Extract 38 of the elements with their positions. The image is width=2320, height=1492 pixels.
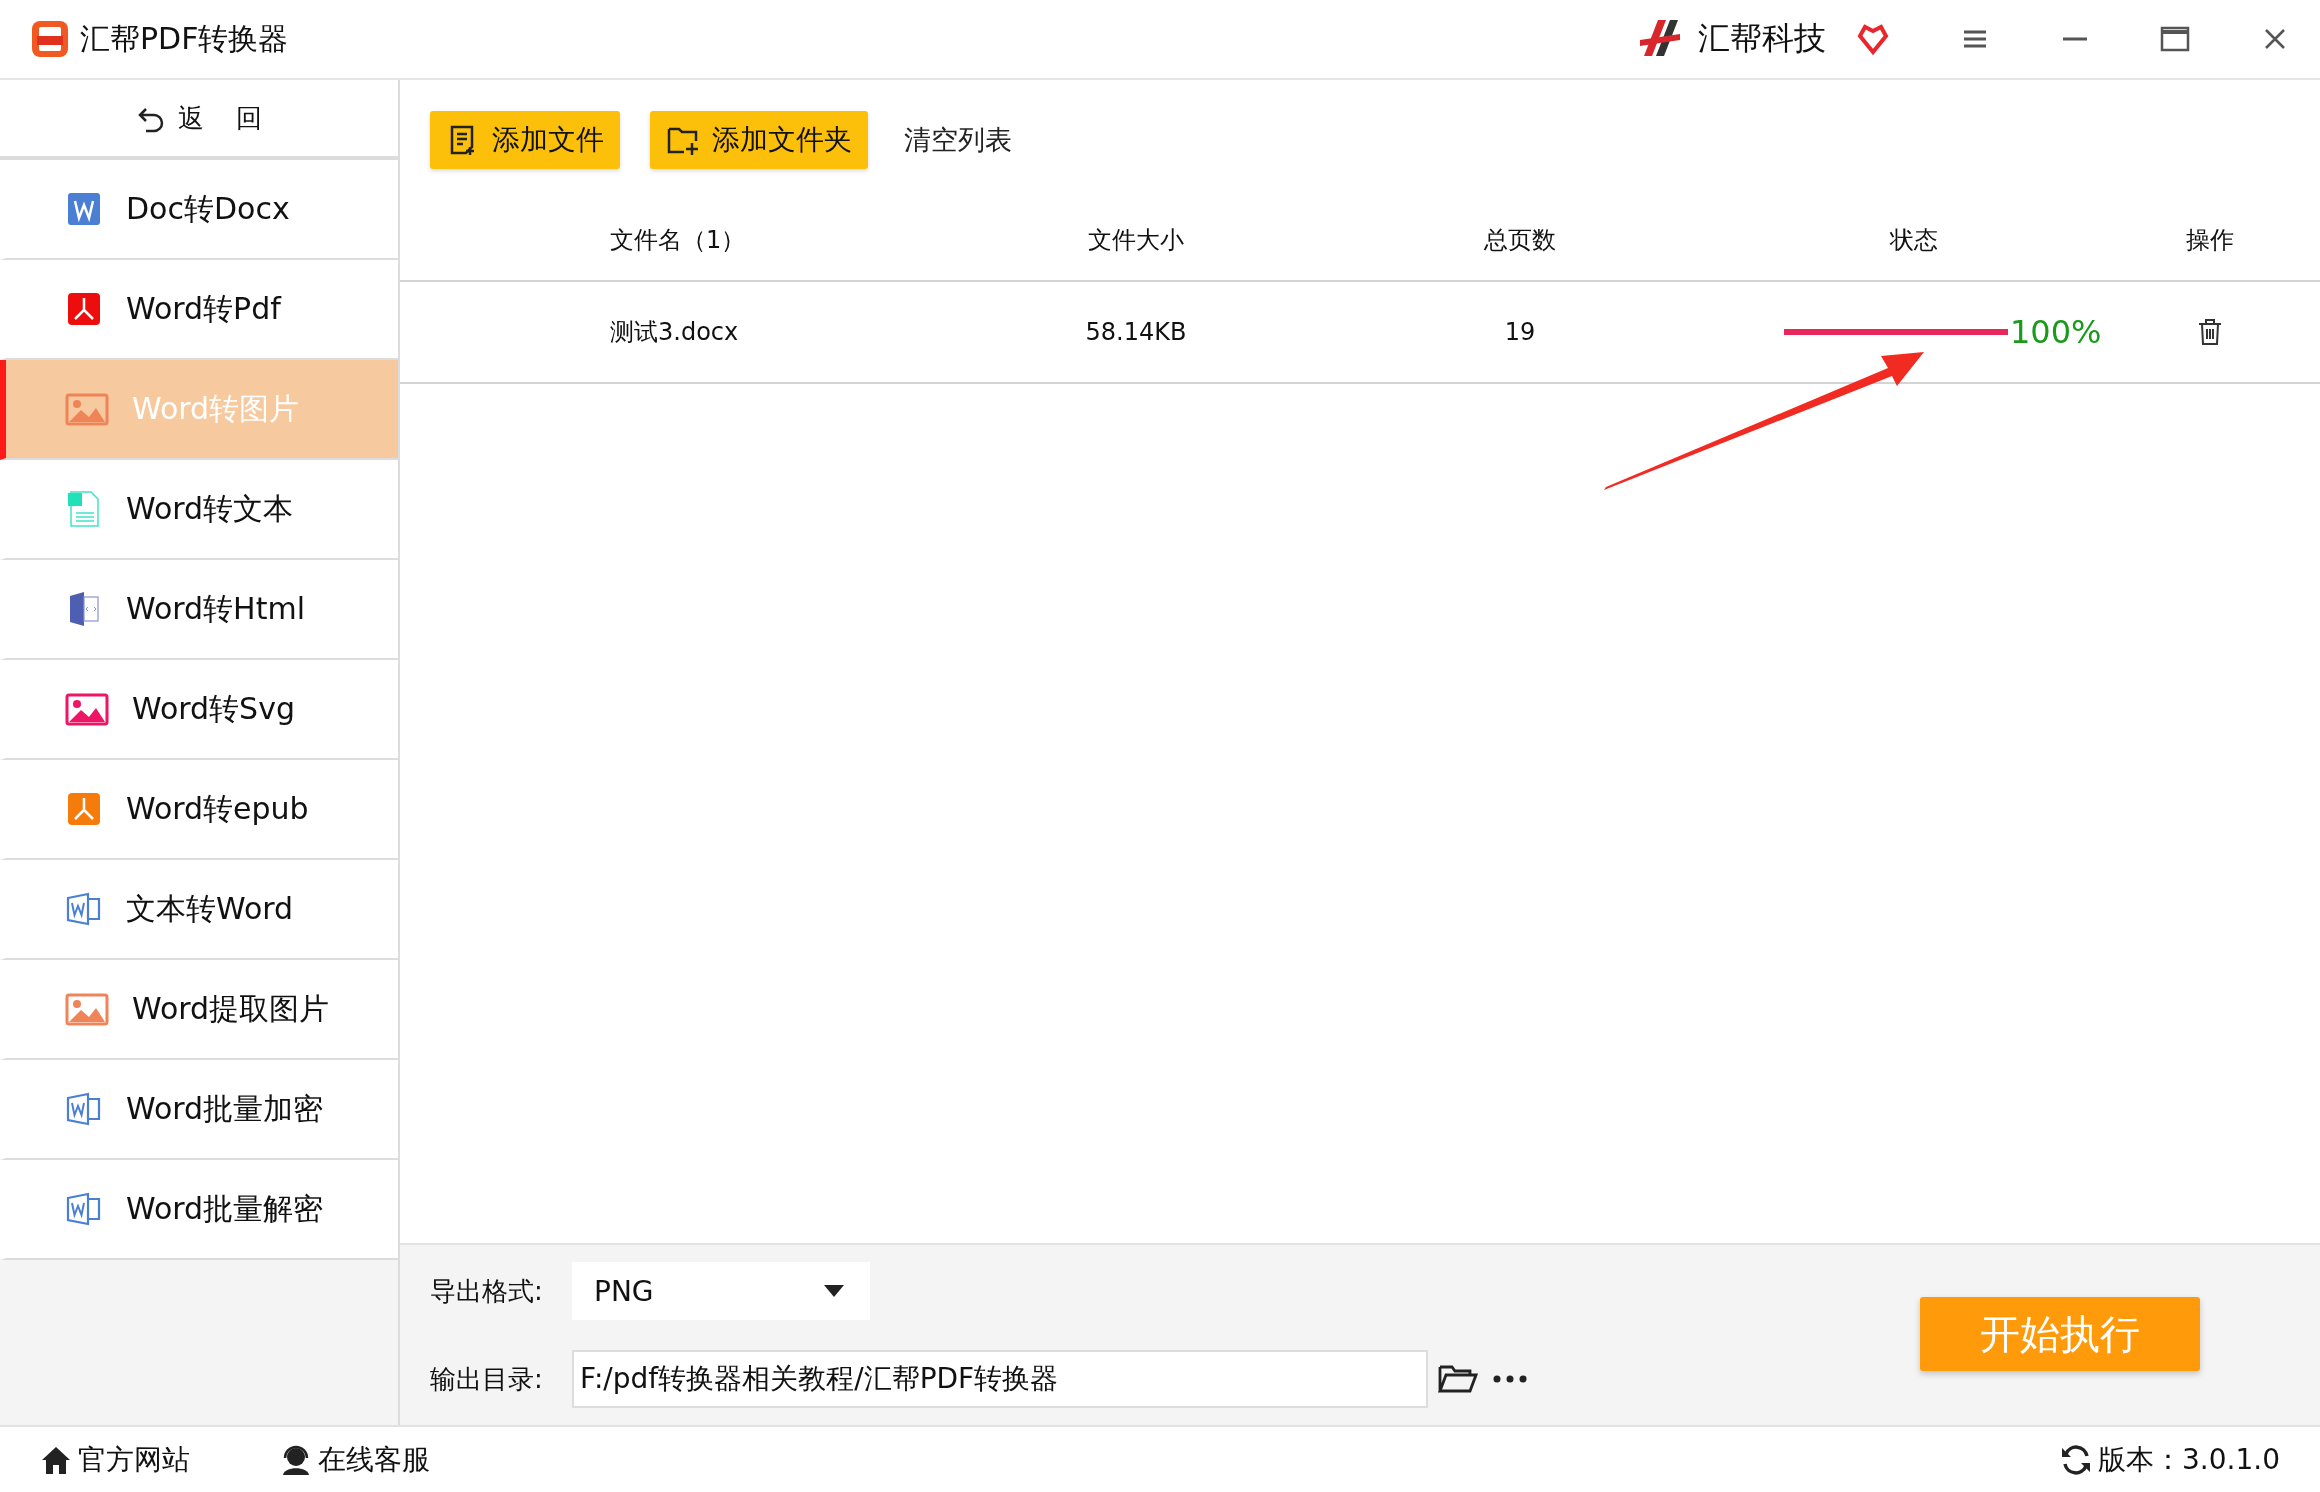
column-header: 操作 xyxy=(2185,225,2235,256)
heart-icon[interactable] xyxy=(1856,22,1890,56)
table-cell-text: 测试3.docx xyxy=(610,317,740,348)
column-header: 文件名（1） xyxy=(610,225,747,256)
table-cell-text: 19 xyxy=(1503,318,1537,346)
column-header: 文件大小 xyxy=(1087,225,1185,256)
output-dir-field[interactable]: F:/pdf转换器相关教程/汇帮PDF转换器 xyxy=(572,1350,1428,1408)
maximize-icon[interactable] xyxy=(2160,24,2190,54)
sidebar-item[interactable]: Word提取图片 xyxy=(0,960,398,1060)
column-header: 状态 xyxy=(1889,225,1939,256)
toolbar-button[interactable]: 添加文件夹 xyxy=(650,111,868,169)
sidebar-item[interactable]: Word批量加密 xyxy=(0,1060,398,1160)
website-link[interactable]: 官方网站 xyxy=(40,1440,190,1479)
sidebar-item[interactable]: Word转epub xyxy=(0,760,398,860)
brand-name: 汇帮科技 xyxy=(1698,18,1826,59)
dropdown-caret-icon xyxy=(824,1285,844,1297)
sidebar-item[interactable]: Word转文本 xyxy=(0,460,398,560)
toolbar-button[interactable]: 添加文件 xyxy=(430,111,620,169)
clear-list-button[interactable]: 清空列表 xyxy=(898,121,1018,159)
window-title: 汇帮PDF转换器 xyxy=(80,19,289,58)
folder-icon[interactable] xyxy=(1438,1363,1478,1395)
sidebar-item[interactable]: 文本转Word xyxy=(0,860,398,960)
support-link[interactable]: 在线客服 xyxy=(280,1440,430,1479)
app-logo-icon xyxy=(30,19,70,59)
column-header: 总页数 xyxy=(1483,225,1557,256)
sidebar-item[interactable]: Doc转Docx xyxy=(0,160,398,260)
format-label: 导出格式: xyxy=(430,1274,544,1308)
format-dropdown[interactable]: PNG xyxy=(572,1262,870,1320)
output-dir-label: 输出目录: xyxy=(430,1362,544,1396)
sidebar-item[interactable]: Word转Html xyxy=(0,560,398,660)
table-cell-text: 58.14KB xyxy=(1084,318,1188,346)
headset-person-icon xyxy=(280,1443,312,1476)
progress-percent: 100% xyxy=(2010,313,2100,351)
version-info: 版本：3.0.1.0 xyxy=(2060,1440,2280,1479)
back-button[interactable]: 返 回 xyxy=(0,80,398,160)
more-icon[interactable] xyxy=(1492,1374,1528,1384)
sidebar-item[interactable]: Word转Svg xyxy=(0,660,398,760)
refresh-icon[interactable] xyxy=(2060,1443,2093,1476)
